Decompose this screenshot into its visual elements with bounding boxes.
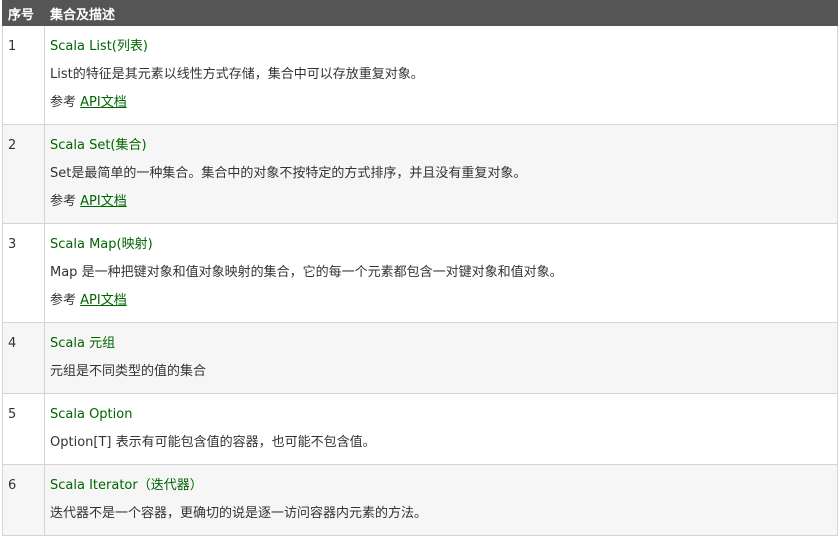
- row-description: 元组是不同类型的值的集合: [50, 364, 207, 379]
- row-content: Scala Set(集合) Set是最简单的一种集合。集合中的对象不按特定的方式…: [44, 124, 838, 224]
- row-title: Scala Map(映射): [50, 237, 153, 252]
- row-title: Scala Set(集合): [50, 138, 147, 153]
- table-row: 3 Scala Map(映射) Map 是一种把键对象和值对象映射的集合，它的每…: [2, 223, 838, 323]
- table-header-row: 序号 集合及描述: [2, 0, 838, 26]
- row-reference: 参考 API文档: [50, 89, 832, 117]
- row-reference: 参考 API文档: [50, 287, 832, 315]
- collections-table: 序号 集合及描述 1 Scala List(列表) List的特征是其元素以线性…: [2, 0, 838, 536]
- row-reference: 参考 API文档: [50, 188, 832, 216]
- row-title: Scala Iterator（迭代器）: [50, 478, 203, 493]
- table-row: 5 Scala Option Option[T] 表示有可能包含值的容器，也可能…: [2, 393, 838, 465]
- row-index: 2: [2, 124, 45, 224]
- row-description: 迭代器不是一个容器，更确切的说是逐一访问容器内元素的方法。: [50, 506, 428, 521]
- row-index: 3: [2, 223, 45, 323]
- row-content: Scala Map(映射) Map 是一种把键对象和值对象映射的集合，它的每一个…: [44, 223, 838, 323]
- row-content: Scala Iterator（迭代器） 迭代器不是一个容器，更确切的说是逐一访问…: [44, 464, 838, 536]
- row-index: 6: [2, 464, 45, 536]
- header-index: 序号: [2, 0, 45, 26]
- row-description: Map 是一种把键对象和值对象映射的集合，它的每一个元素都包含一对键对象和值对象…: [50, 265, 563, 280]
- row-description: List的特征是其元素以线性方式存储，集合中可以存放重复对象。: [50, 67, 424, 82]
- row-content: Scala List(列表) List的特征是其元素以线性方式存储，集合中可以存…: [44, 25, 838, 125]
- table-row: 6 Scala Iterator（迭代器） 迭代器不是一个容器，更确切的说是逐一…: [2, 464, 838, 536]
- row-title: Scala Option: [50, 407, 133, 422]
- row-index: 4: [2, 322, 45, 394]
- row-title: Scala 元组: [50, 336, 116, 351]
- table-row: 2 Scala Set(集合) Set是最简单的一种集合。集合中的对象不按特定的…: [2, 124, 838, 224]
- header-description: 集合及描述: [44, 0, 838, 26]
- row-index: 5: [2, 393, 45, 465]
- row-index: 1: [2, 25, 45, 125]
- reference-prefix: 参考: [50, 95, 81, 110]
- reference-prefix: 参考: [50, 194, 81, 209]
- api-doc-link[interactable]: API文档: [80, 194, 127, 209]
- row-title: Scala List(列表): [50, 39, 148, 54]
- api-doc-link[interactable]: API文档: [80, 95, 127, 110]
- table-row: 1 Scala List(列表) List的特征是其元素以线性方式存储，集合中可…: [2, 25, 838, 125]
- row-content: Scala 元组 元组是不同类型的值的集合: [44, 322, 838, 394]
- reference-prefix: 参考: [50, 293, 81, 308]
- row-description: Set是最简单的一种集合。集合中的对象不按特定的方式排序，并且没有重复对象。: [50, 166, 527, 181]
- row-content: Scala Option Option[T] 表示有可能包含值的容器，也可能不包…: [44, 393, 838, 465]
- row-description: Option[T] 表示有可能包含值的容器，也可能不包含值。: [50, 435, 376, 450]
- api-doc-link[interactable]: API文档: [80, 293, 127, 308]
- table-row: 4 Scala 元组 元组是不同类型的值的集合: [2, 322, 838, 394]
